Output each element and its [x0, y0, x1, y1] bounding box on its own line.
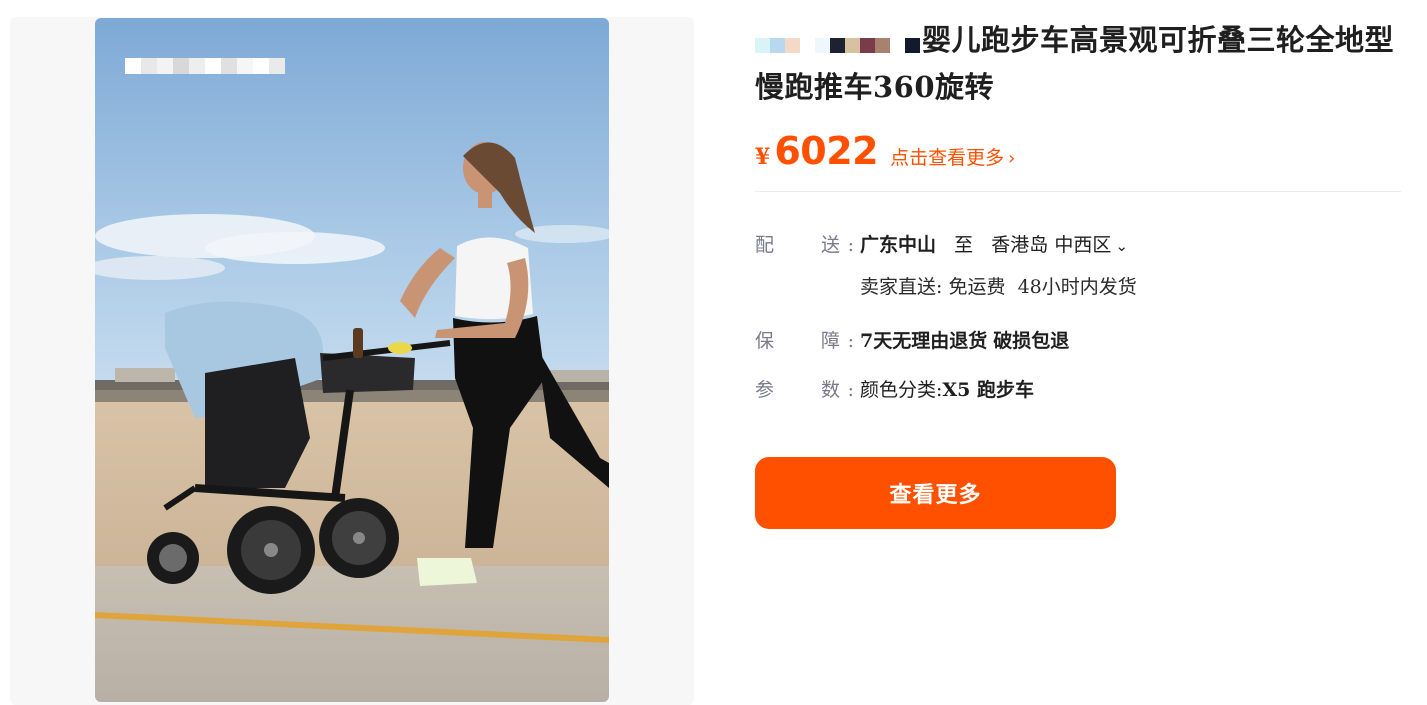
spec-row-params: 参 数 : 颜色分类:X5 跑步车: [755, 375, 1401, 405]
spec-label-colon: :: [847, 379, 854, 401]
see-more-link[interactable]: 点击查看更多 ›: [890, 143, 1015, 170]
spec-label-char: 参: [755, 379, 775, 401]
mosaic-block: [755, 38, 770, 53]
delivery-seller: 卖家直送:: [860, 276, 943, 298]
title-mosaic: [755, 21, 920, 65]
params-prefix: 颜色分类:: [860, 379, 943, 401]
params-value: 颜色分类:X5 跑步车: [860, 375, 1034, 405]
image-watermark: [125, 58, 285, 74]
spec-label-params: 参 数 :: [755, 375, 860, 405]
mosaic-block: [770, 38, 785, 53]
stroller-photo: [95, 18, 609, 702]
mosaic-block: [785, 38, 800, 53]
mosaic-block: [845, 38, 860, 53]
spec-list: 配 送 : 广东中山 至 香港岛 中西区⌄ 卖家直送: 免运费 48小时内发货: [755, 230, 1401, 405]
delivery-destination-region: 香港岛: [991, 234, 1049, 256]
mosaic-block: [890, 38, 905, 53]
spec-row-guarantee: 保 障 : 7天无理由退货 破损包退: [755, 326, 1401, 356]
spec-label-guarantee: 保 障 :: [755, 326, 860, 356]
spec-label-delivery: 配 送 :: [755, 230, 860, 260]
delivery-origin: 广东中山: [860, 234, 937, 256]
delivery-to: 至: [954, 234, 974, 256]
spec-label-colon: :: [847, 234, 854, 256]
spec-label-char: 配: [755, 234, 775, 256]
delivery-shipping: 免运费: [948, 276, 1006, 298]
guarantee-damage: 破损包退: [993, 330, 1070, 352]
see-more-link-label: 点击查看更多: [890, 147, 1005, 169]
currency-symbol: ¥: [755, 144, 771, 170]
spec-label-char: 保: [755, 330, 775, 352]
see-more-button[interactable]: 查看更多: [755, 457, 1116, 529]
price-row: ¥ 6022 点击查看更多 ›: [755, 129, 1401, 192]
mosaic-block: [800, 38, 815, 53]
spec-label-char: 数: [820, 379, 840, 401]
spec-label-char: 送: [820, 234, 840, 256]
guarantee-returns: 7天无理由退货: [860, 330, 988, 352]
product-title: 婴儿跑步车高景观可折叠三轮全地型慢跑推车360旋转: [755, 18, 1401, 109]
delivery-dispatch: 48小时内发货: [1017, 276, 1137, 298]
delivery-value: 广东中山 至 香港岛 中西区 ⌄: [860, 230, 1128, 261]
product-info: 婴儿跑步车高景观可折叠三轮全地型慢跑推车360旋转 ¥ 6022 点击查看更多 ›…: [755, 18, 1401, 529]
params-variant: X5 跑步车: [942, 379, 1034, 401]
chevron-right-icon: ›: [1008, 148, 1016, 169]
delivery-sub: 卖家直送: 免运费 48小时内发货: [755, 272, 1401, 302]
guarantee-value: 7天无理由退货 破损包退: [860, 326, 1069, 356]
mosaic-block: [860, 38, 875, 53]
delivery-destination-selector[interactable]: 香港岛 中西区 ⌄: [991, 234, 1128, 256]
product-page: 婴儿跑步车高景观可折叠三轮全地型慢跑推车360旋转 ¥ 6022 点击查看更多 ›…: [0, 0, 1427, 705]
spec-label-char: 障: [820, 330, 840, 352]
spec-row-delivery: 配 送 : 广东中山 至 香港岛 中西区 ⌄: [755, 230, 1401, 261]
chevron-down-icon: ⌄: [1115, 237, 1128, 255]
product-main-image[interactable]: [95, 18, 609, 702]
mosaic-block: [815, 38, 830, 53]
mosaic-block: [905, 38, 920, 53]
delivery-destination-district: 中西区: [1054, 234, 1112, 256]
mosaic-block: [875, 38, 890, 53]
product-gallery: [10, 17, 694, 705]
spec-label-colon: :: [847, 330, 854, 352]
product-price: 6022: [774, 129, 879, 173]
mosaic-block: [830, 38, 845, 53]
